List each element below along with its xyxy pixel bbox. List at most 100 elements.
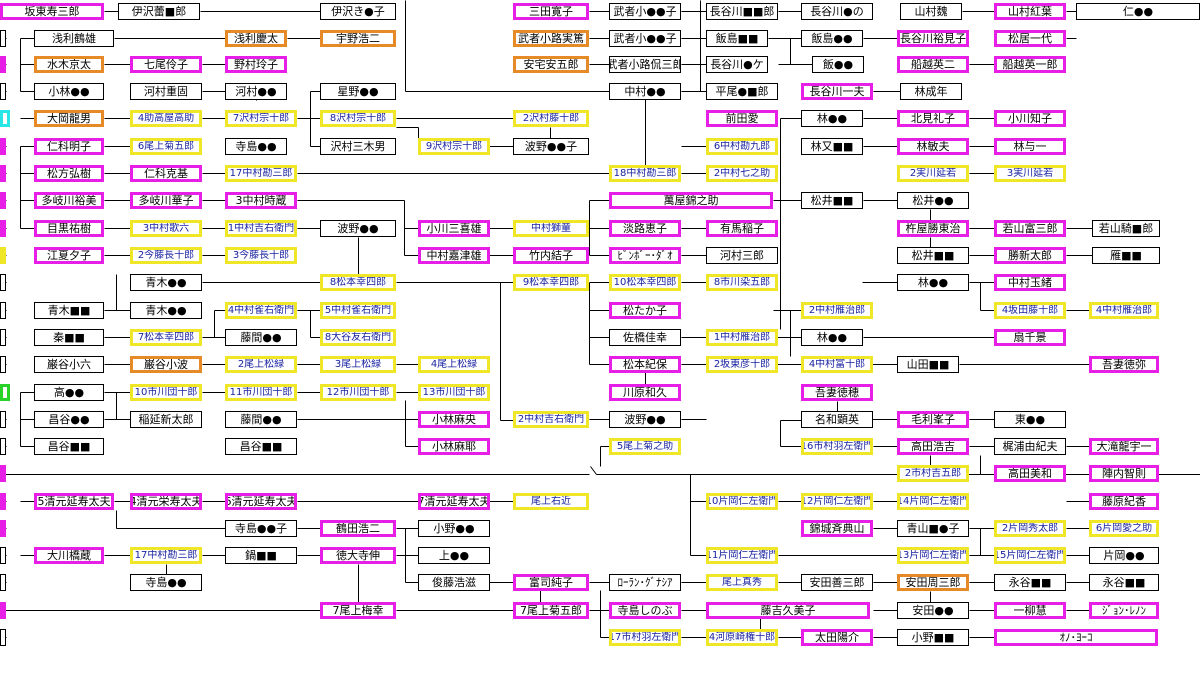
person-box: 松井●● [897,192,969,209]
person-box: 高田美和 [994,465,1066,482]
person-box: 淡路恵子 [609,220,681,237]
person-box: 錦城斉典山 [801,520,873,537]
person-box: 林成年 [900,83,962,100]
person-box: 寺島●● [225,138,287,155]
person-box [0,602,6,619]
person-box: 名和顕英 [801,411,873,428]
person-box: 安田●● [897,602,969,619]
person-box: 徳大寺伸 [320,547,396,564]
person-box: 松方弘樹 [34,165,104,182]
person-box: 2市村吉五郎 [897,465,969,482]
person-box [0,329,6,346]
person-box: 船越英一郎 [994,56,1066,73]
person-box: 7尾上梅幸 [320,602,396,619]
person-box: 山村紅葉 [994,3,1066,20]
person-box [0,138,6,155]
person-box: 安田周三郎 [897,574,969,591]
person-box: 松本紀保 [609,356,681,373]
person-box: 昌谷■■ [34,438,104,455]
person-box: 2沢村藤十郎 [513,110,589,127]
person-box: 巌谷小六 [34,356,104,373]
person-box: 伊沢き●子 [320,3,396,20]
person-box: 永谷■■ [1089,574,1159,591]
person-box: 佐橋佳幸 [609,329,681,346]
person-box: 4中村富十郎 [801,356,873,373]
person-box: 杵屋勝東治 [897,220,969,237]
person-box: 坂東寿三郎 [0,3,104,20]
person-box: 平尾●■郎 [706,83,778,100]
person-box: 毛利峯子 [897,411,969,428]
person-box: 長谷川裕見子 [897,30,969,47]
person-box: 河村三郎 [706,247,778,264]
person-box: 昌谷●● [34,411,104,428]
person-box: 7尾上菊五郎 [513,602,589,619]
person-box: 長谷川●ケ [706,56,768,73]
person-box [0,629,6,646]
person-box: 鶴田浩二 [320,520,396,537]
person-box: 星野●● [320,83,396,100]
person-box: 安田善三郎 [801,574,873,591]
person-box: 18中村勘三郎 [609,165,681,182]
person-box: 2中村吉右衛門 [513,411,589,428]
person-box: 小川三喜雄 [418,220,490,237]
person-box [0,411,6,428]
person-box: 青木■■ [34,302,104,319]
person-box: 藤吉久美子 [706,602,870,619]
person-box: 富司純子 [513,574,589,591]
person-box: 7清元延寿太夫 [418,493,490,510]
family-tree-diagram: 坂東寿三郎 伊沢蕾■郎 伊沢き●子 三田寛子 武者小●●子 長谷川■■郎 長谷川●の 山村魏山… [0,0,1200,675]
person-box: 江夏夕子 [34,247,104,264]
person-box: 山村魏 [900,3,962,20]
person-box: 8市川染五郎 [706,274,778,291]
person-box: 16市村羽左衛門 [801,438,873,455]
person-box: 小野●● [418,520,490,537]
person-box: 片岡●● [1089,547,1159,564]
person-box: 山田■■ [897,356,959,373]
person-box: 4尾上松緑 [418,356,490,373]
person-box: 河村●● [225,83,287,100]
person-box: 稲延新太郎 [130,411,202,428]
person-box: 3尾上松緑 [320,356,396,373]
person-box: 中村嘉津雄 [418,247,490,264]
person-box: 飯島●● [801,30,863,47]
person-box: 15片岡仁左衛門 [994,547,1066,564]
person-box: 10松本幸四郎 [609,274,681,291]
person-box: 萬屋錦之助 [609,192,773,209]
person-box: 鍋■■ [225,547,297,564]
person-box: 14片岡仁左衛門 [897,493,969,510]
person-box: 17中村勘三郎 [225,165,297,182]
person-box: ﾋﾞﾝﾎﾞｰ･ﾀﾞｵ [609,247,681,264]
person-box [0,574,6,591]
person-box: 水木京太 [34,56,104,73]
person-box: 青木●● [130,274,202,291]
person-box [0,356,6,373]
person-box: 陣内智則 [1089,465,1159,482]
person-box: 松たか子 [609,302,681,319]
person-box: 8沢村宗十郎 [320,110,396,127]
person-box [0,438,6,455]
person-box: ｵﾉ･ﾖｰｺ [994,629,1158,646]
person-box: 10市川団十郎 [130,384,202,401]
person-box: 野村玲子 [225,56,287,73]
person-box: 6尾上菊五郎 [130,138,202,155]
person-box: 北見礼子 [897,110,969,127]
person-box: 吾妻徳弥 [1089,356,1159,373]
person-box: 林敏夫 [897,138,969,155]
person-box: 11片岡仁左衛門 [706,547,778,564]
person-box: 梶浦由紀夫 [994,438,1066,455]
person-box: 林●● [801,329,863,346]
person-box: 中村玉緒 [994,274,1066,291]
person-box: 七尾伶子 [130,56,202,73]
person-box: 宇野浩二 [320,30,396,47]
person-box: 大滝龍宇一 [1089,438,1159,455]
person-box: 2尾上松緑 [225,356,297,373]
person-box: 河村重固 [130,83,202,100]
person-box: 10片岡仁左衛門 [706,493,778,510]
person-box: 武者小●●子 [609,30,681,47]
person-box: 3実川延若 [994,165,1066,182]
person-box [0,83,6,100]
person-box: 武者小路侃三郎 [609,56,681,73]
person-box: 7松本幸四郎 [130,329,202,346]
person-box: 安宅安五郎 [513,56,589,73]
person-box [0,465,6,482]
